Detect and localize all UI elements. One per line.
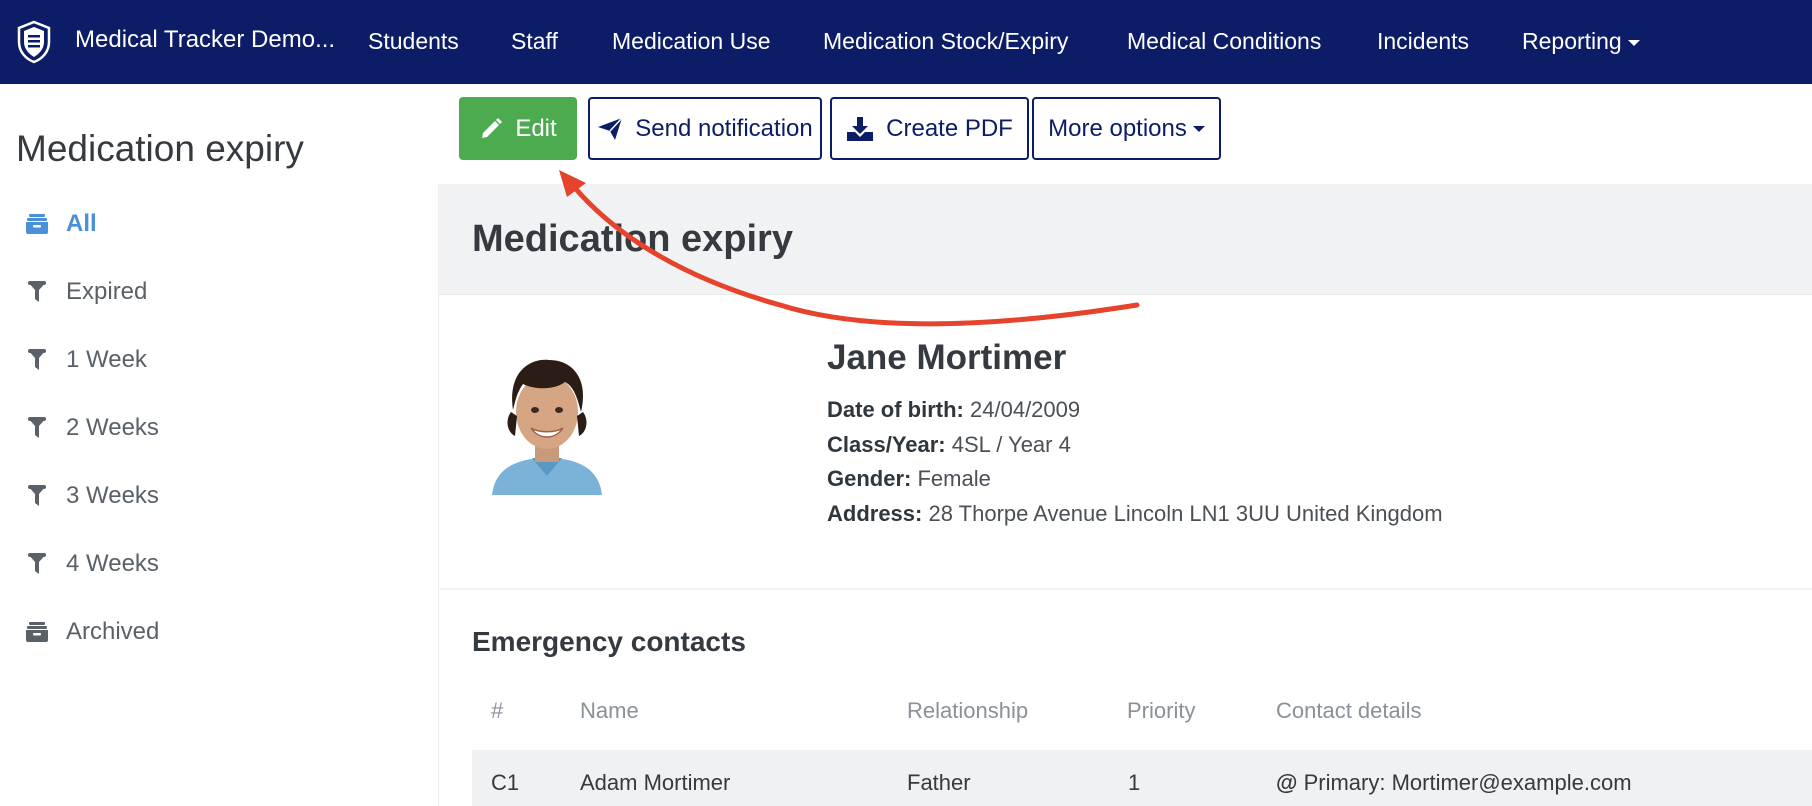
sidebar-item-label: Archived [66,618,160,645]
sidebar-item-label: 1 Week [66,346,147,373]
sidebar-title: Medication expiry [16,128,304,169]
brand-name[interactable]: Medical Tracker Demo... [75,26,335,54]
sidebar-item-archived[interactable]: Archived [24,612,159,652]
column-header-contact-details: Contact details [1276,698,1422,723]
send-notification-button[interactable]: Send notification [588,97,822,160]
nav-staff[interactable]: Staff [511,28,558,55]
detail-address: Address: 28 Thorpe Avenue Lincoln LN1 3U… [827,501,1443,527]
nav-medication-stock-expiry[interactable]: Medication Stock/Expiry [823,28,1068,55]
nav-incidents[interactable]: Incidents [1377,28,1469,55]
sidebar-item-expired[interactable]: Expired [24,272,147,312]
detail-value: 28 Thorpe Avenue Lincoln LN1 3UU United … [928,501,1443,526]
sidebar-item-label: All [66,210,97,237]
more-options-label: More options [1048,114,1187,142]
top-navbar: Medical Tracker Demo... Students Staff M… [0,0,1812,84]
send-notification-label: Send notification [635,114,813,142]
sidebar-item-label: Expired [66,278,148,305]
column-header-name: Name [580,698,639,723]
sidebar-item-2-weeks[interactable]: 2 Weeks [24,408,159,448]
page-title: Medication expiry [472,218,793,260]
cell-relationship: Father [907,770,971,795]
column-header-relationship: Relationship [907,698,1029,723]
nav-medication-use[interactable]: Medication Use [612,28,771,55]
cell-priority: 1 [1128,770,1141,795]
column-header-number: # [491,698,504,723]
detail-key: Date of birth: [827,397,964,422]
filter-icon [24,551,50,577]
cell-contact-details[interactable]: @ Primary: Mortimer@example.com [1276,770,1632,796]
detail-class: Class/Year: 4SL / Year 4 [827,432,1071,458]
detail-gender: Gender: Female [827,466,991,492]
nav-reporting-label: Reporting [1522,28,1622,54]
detail-dob: Date of birth: 24/04/2009 [827,397,1080,423]
nav-students[interactable]: Students [368,28,459,55]
filter-icon [24,279,50,305]
archive-box-icon [24,211,50,237]
edit-button[interactable]: Edit [459,97,577,160]
emergency-contacts-title: Emergency contacts [472,626,746,657]
archive-box-icon [24,619,50,645]
contact-email: Primary: Mortimer@example.com [1303,770,1632,795]
more-options-dropdown[interactable]: More options [1032,97,1221,160]
caret-down-icon [1627,39,1640,46]
shield-logo-icon[interactable] [16,20,52,64]
cell-name: Adam Mortimer [580,770,731,795]
detail-value: 4SL / Year 4 [951,432,1071,457]
detail-value: Female [917,466,991,491]
nav-reporting-dropdown[interactable]: Reporting [1522,28,1640,55]
person-name: Jane Mortimer [827,338,1067,377]
nav-medical-conditions[interactable]: Medical Conditions [1127,28,1321,55]
sidebar-item-3-weeks[interactable]: 3 Weeks [24,476,159,516]
create-pdf-button[interactable]: Create PDF [830,97,1029,160]
sidebar-item-all[interactable]: All [24,204,97,244]
create-pdf-label: Create PDF [886,114,1013,142]
detail-key: Class/Year: [827,432,946,457]
caret-down-icon [1192,125,1205,132]
filter-icon [24,347,50,373]
pencil-icon [479,117,503,141]
sidebar-item-4-weeks[interactable]: 4 Weeks [24,544,159,584]
cell-id: C1 [491,770,520,795]
sidebar-item-label: 3 Weeks [66,482,159,509]
divider [439,588,1812,590]
detail-key: Address: [827,501,923,526]
edit-button-label: Edit [515,114,557,142]
divider [439,294,1812,295]
detail-value: 24/04/2009 [970,397,1081,422]
filter-icon [24,415,50,441]
sidebar-item-1-week[interactable]: 1 Week [24,340,147,380]
student-photo [477,350,617,495]
detail-key: Gender: [827,466,912,491]
at-sign-icon: @ [1276,770,1298,795]
filter-icon [24,483,50,509]
paper-plane-icon [597,116,623,141]
sidebar-item-label: 2 Weeks [66,414,159,441]
sidebar-item-label: 4 Weeks [66,550,159,577]
column-header-priority: Priority [1127,698,1196,723]
download-tray-icon [846,116,874,142]
